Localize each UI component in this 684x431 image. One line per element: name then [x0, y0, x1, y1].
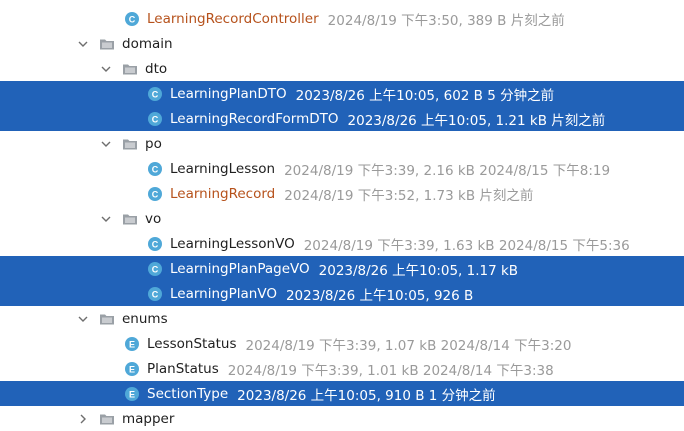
svg-text:C: C: [152, 264, 159, 274]
class-icon: C: [147, 286, 163, 302]
class-icon: C: [147, 86, 163, 102]
tree-item-name: LearningPlanVO: [170, 285, 277, 302]
tree-row-domain[interactable]: domain: [0, 31, 684, 56]
tree-item-name: SectionType: [147, 385, 229, 402]
tree-row-enums[interactable]: enums: [0, 306, 684, 331]
enum-icon: E: [124, 386, 140, 402]
tree-item-name: domain: [122, 35, 173, 52]
chevron-down-icon[interactable]: [77, 38, 89, 50]
tree-row-learning-lesson-vo[interactable]: C LearningLessonVO 2024/8/19 下午3:39, 1.6…: [0, 231, 684, 256]
tree-row-learning-plan-page-vo[interactable]: C LearningPlanPageVO 2023/8/26 上午10:05, …: [0, 256, 684, 281]
class-icon: C: [147, 236, 163, 252]
tree-item-name: LearningRecordController: [147, 10, 319, 27]
tree-row-learning-record-controller[interactable]: C LearningRecordController 2024/8/19 下午3…: [0, 6, 684, 31]
tree-item-name: LearningRecordFormDTO: [170, 110, 339, 127]
enum-icon: E: [124, 336, 140, 352]
tree-item-meta: 2023/8/26 上午10:05, 910 B 1 分钟之前: [237, 387, 496, 404]
svg-text:C: C: [152, 189, 159, 199]
tree-row-plan-status[interactable]: E PlanStatus 2024/8/19 下午3:39, 1.01 kB 2…: [0, 356, 684, 381]
chevron-down-icon[interactable]: [100, 213, 112, 225]
tree-item-name: LessonStatus: [147, 335, 237, 352]
folder-icon: [122, 136, 138, 152]
svg-text:C: C: [152, 164, 159, 174]
tree-item-meta: 2024/8/19 下午3:50, 389 B 片刻之前: [327, 12, 565, 29]
tree-item-meta: 2024/8/19 下午3:52, 1.73 kB 片刻之前: [284, 187, 534, 204]
tree-item-name: LearningRecord: [170, 185, 276, 202]
svg-text:C: C: [152, 289, 159, 299]
folder-icon: [122, 61, 138, 77]
svg-text:E: E: [129, 364, 135, 374]
svg-text:E: E: [129, 339, 135, 349]
tree-item-meta: 2024/8/19 下午3:39, 1.01 kB 2024/8/14 下午3:…: [227, 362, 554, 379]
folder-icon: [122, 211, 138, 227]
tree-item-meta: 2024/8/19 下午3:39, 2.16 kB 2024/8/15 下午8:…: [284, 162, 611, 179]
chevron-down-icon[interactable]: [100, 138, 112, 150]
tree-item-name: po: [145, 135, 162, 152]
chevron-down-icon[interactable]: [77, 313, 89, 325]
svg-text:C: C: [152, 114, 159, 124]
tree-item-name: LearningPlanPageVO: [170, 260, 310, 277]
tree-item-meta: 2023/8/26 上午10:05, 602 B 5 分钟之前: [295, 87, 555, 104]
tree-row-learning-record-form-dto[interactable]: C LearningRecordFormDTO 2023/8/26 上午10:0…: [0, 106, 684, 131]
project-tree: C LearningRecordController 2024/8/19 下午3…: [0, 0, 684, 427]
tree-row-lesson-status[interactable]: E LessonStatus 2024/8/19 下午3:39, 1.07 kB…: [0, 331, 684, 356]
tree-item-meta: 2023/8/26 上午10:05, 1.21 kB 片刻之前: [347, 112, 606, 129]
tree-item-meta: 2024/8/19 下午3:39, 1.63 kB 2024/8/15 下午5:…: [303, 237, 630, 254]
svg-text:C: C: [152, 89, 159, 99]
tree-item-meta: 2024/8/19 下午3:39, 1.07 kB 2024/8/14 下午3:…: [245, 337, 572, 354]
tree-item-name: vo: [145, 210, 162, 227]
tree-item-name: dto: [145, 60, 168, 77]
tree-item-name: LearningPlanDTO: [170, 85, 287, 102]
folder-icon: [99, 411, 115, 427]
tree-row-section-type[interactable]: E SectionType 2023/8/26 上午10:05, 910 B 1…: [0, 381, 684, 406]
class-icon: C: [124, 11, 140, 27]
tree-row-learning-record[interactable]: C LearningRecord 2024/8/19 下午3:52, 1.73 …: [0, 181, 684, 206]
tree-row-learning-plan-dto[interactable]: C LearningPlanDTO 2023/8/26 上午10:05, 602…: [0, 81, 684, 106]
tree-item-name: PlanStatus: [147, 360, 219, 377]
enum-icon: E: [124, 361, 140, 377]
chevron-down-icon[interactable]: [100, 63, 112, 75]
tree-row-po[interactable]: po: [0, 131, 684, 156]
tree-item-name: LearningLessonVO: [170, 235, 295, 252]
svg-text:C: C: [152, 239, 159, 249]
chevron-right-icon[interactable]: [77, 413, 89, 425]
class-icon: C: [147, 161, 163, 177]
folder-icon: [99, 36, 115, 52]
class-icon: C: [147, 111, 163, 127]
folder-icon: [99, 311, 115, 327]
tree-row-learning-lesson[interactable]: C LearningLesson 2024/8/19 下午3:39, 2.16 …: [0, 156, 684, 181]
tree-item-name: LearningLesson: [170, 160, 276, 177]
tree-item-name: enums: [122, 310, 168, 327]
svg-text:E: E: [129, 389, 135, 399]
class-icon: C: [147, 261, 163, 277]
tree-item-meta: 2023/8/26 上午10:05, 926 B: [285, 287, 474, 304]
tree-row-dto[interactable]: dto: [0, 56, 684, 81]
tree-row-learning-plan-vo[interactable]: C LearningPlanVO 2023/8/26 上午10:05, 926 …: [0, 281, 684, 306]
class-icon: C: [147, 186, 163, 202]
tree-item-name: mapper: [122, 410, 175, 427]
svg-text:C: C: [129, 14, 136, 24]
tree-row-vo[interactable]: vo: [0, 206, 684, 231]
tree-item-meta: 2023/8/26 上午10:05, 1.17 kB: [318, 262, 519, 279]
tree-row-mapper[interactable]: mapper: [0, 406, 684, 431]
